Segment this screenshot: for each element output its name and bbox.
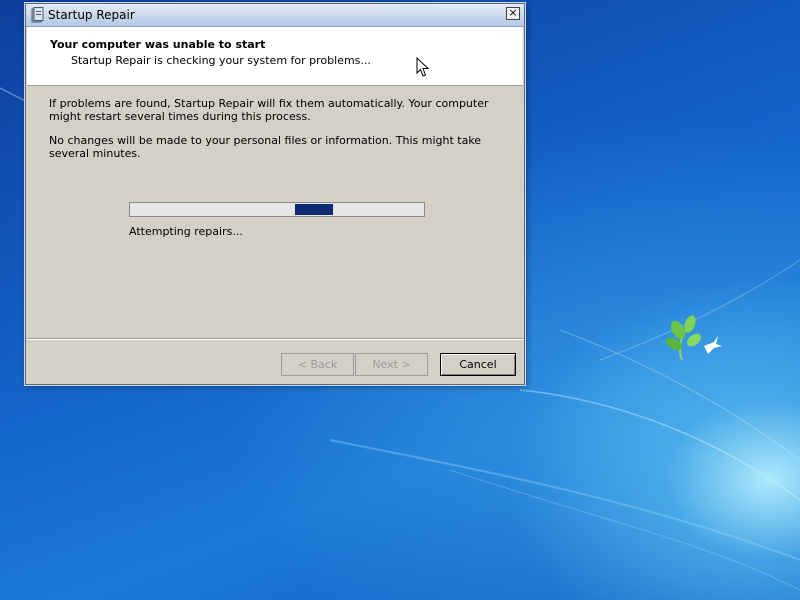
cancel-button[interactable]: Cancel bbox=[440, 353, 516, 376]
header-subtitle: Startup Repair is checking your system f… bbox=[71, 54, 371, 67]
close-icon: × bbox=[508, 6, 518, 19]
button-separator bbox=[27, 338, 523, 340]
startup-repair-dialog: Startup Repair × Your computer was unabl… bbox=[25, 3, 525, 385]
window-title: Startup Repair bbox=[48, 8, 135, 22]
close-button[interactable]: × bbox=[506, 7, 520, 20]
back-button[interactable]: < Back bbox=[281, 353, 354, 376]
startup-repair-icon bbox=[31, 7, 44, 23]
plant-bird-logo bbox=[665, 315, 722, 361]
header-panel: Your computer was unable to start Startu… bbox=[27, 27, 523, 86]
info-paragraph-files: No changes will be made to your personal… bbox=[49, 134, 482, 160]
title-bar[interactable]: Startup Repair × bbox=[26, 4, 524, 27]
header-title: Your computer was unable to start bbox=[50, 38, 266, 51]
mouse-cursor-icon bbox=[416, 57, 430, 77]
progress-bar bbox=[129, 202, 425, 217]
progress-marquee-chunk bbox=[295, 204, 333, 215]
info-paragraph-repairs: If problems are found, Startup Repair wi… bbox=[49, 97, 489, 123]
next-button[interactable]: Next > bbox=[355, 353, 428, 376]
progress-status-text: Attempting repairs... bbox=[129, 225, 243, 238]
